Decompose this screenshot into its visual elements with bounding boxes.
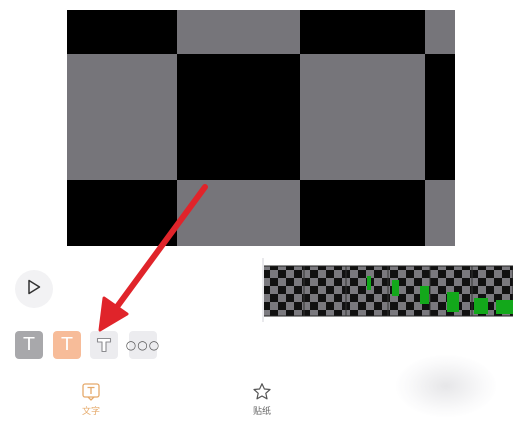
star-icon (253, 383, 271, 400)
blurred-area (396, 355, 496, 417)
tab-text[interactable]: 文字 (71, 382, 111, 418)
chip-label: T (23, 334, 35, 355)
tab-label: 贴纸 (252, 407, 271, 417)
text-style-plain-button[interactable]: T (15, 331, 43, 359)
timeline-strip[interactable] (262, 262, 513, 320)
play-button[interactable] (15, 270, 53, 308)
outline-t-icon (96, 337, 112, 353)
more-styles-button[interactable]: ○○○ (125, 331, 161, 359)
tab-sticker[interactable]: 贴纸 (242, 382, 282, 418)
play-icon (27, 279, 41, 299)
more-icon: ○○○ (125, 338, 161, 352)
timeline-playhead[interactable] (262, 258, 264, 322)
video-preview (67, 10, 455, 246)
editor-screen: T T ○○○ 文字 贴纸 (0, 0, 513, 425)
timeline-thumbnails (262, 265, 513, 317)
tab-label: 文字 (81, 407, 100, 417)
checkerboard-frame (67, 10, 455, 246)
text-style-outline-button[interactable] (90, 331, 118, 359)
text-style-filled-button[interactable]: T (53, 331, 81, 359)
text-icon (82, 383, 100, 401)
chip-label: T (61, 334, 73, 355)
